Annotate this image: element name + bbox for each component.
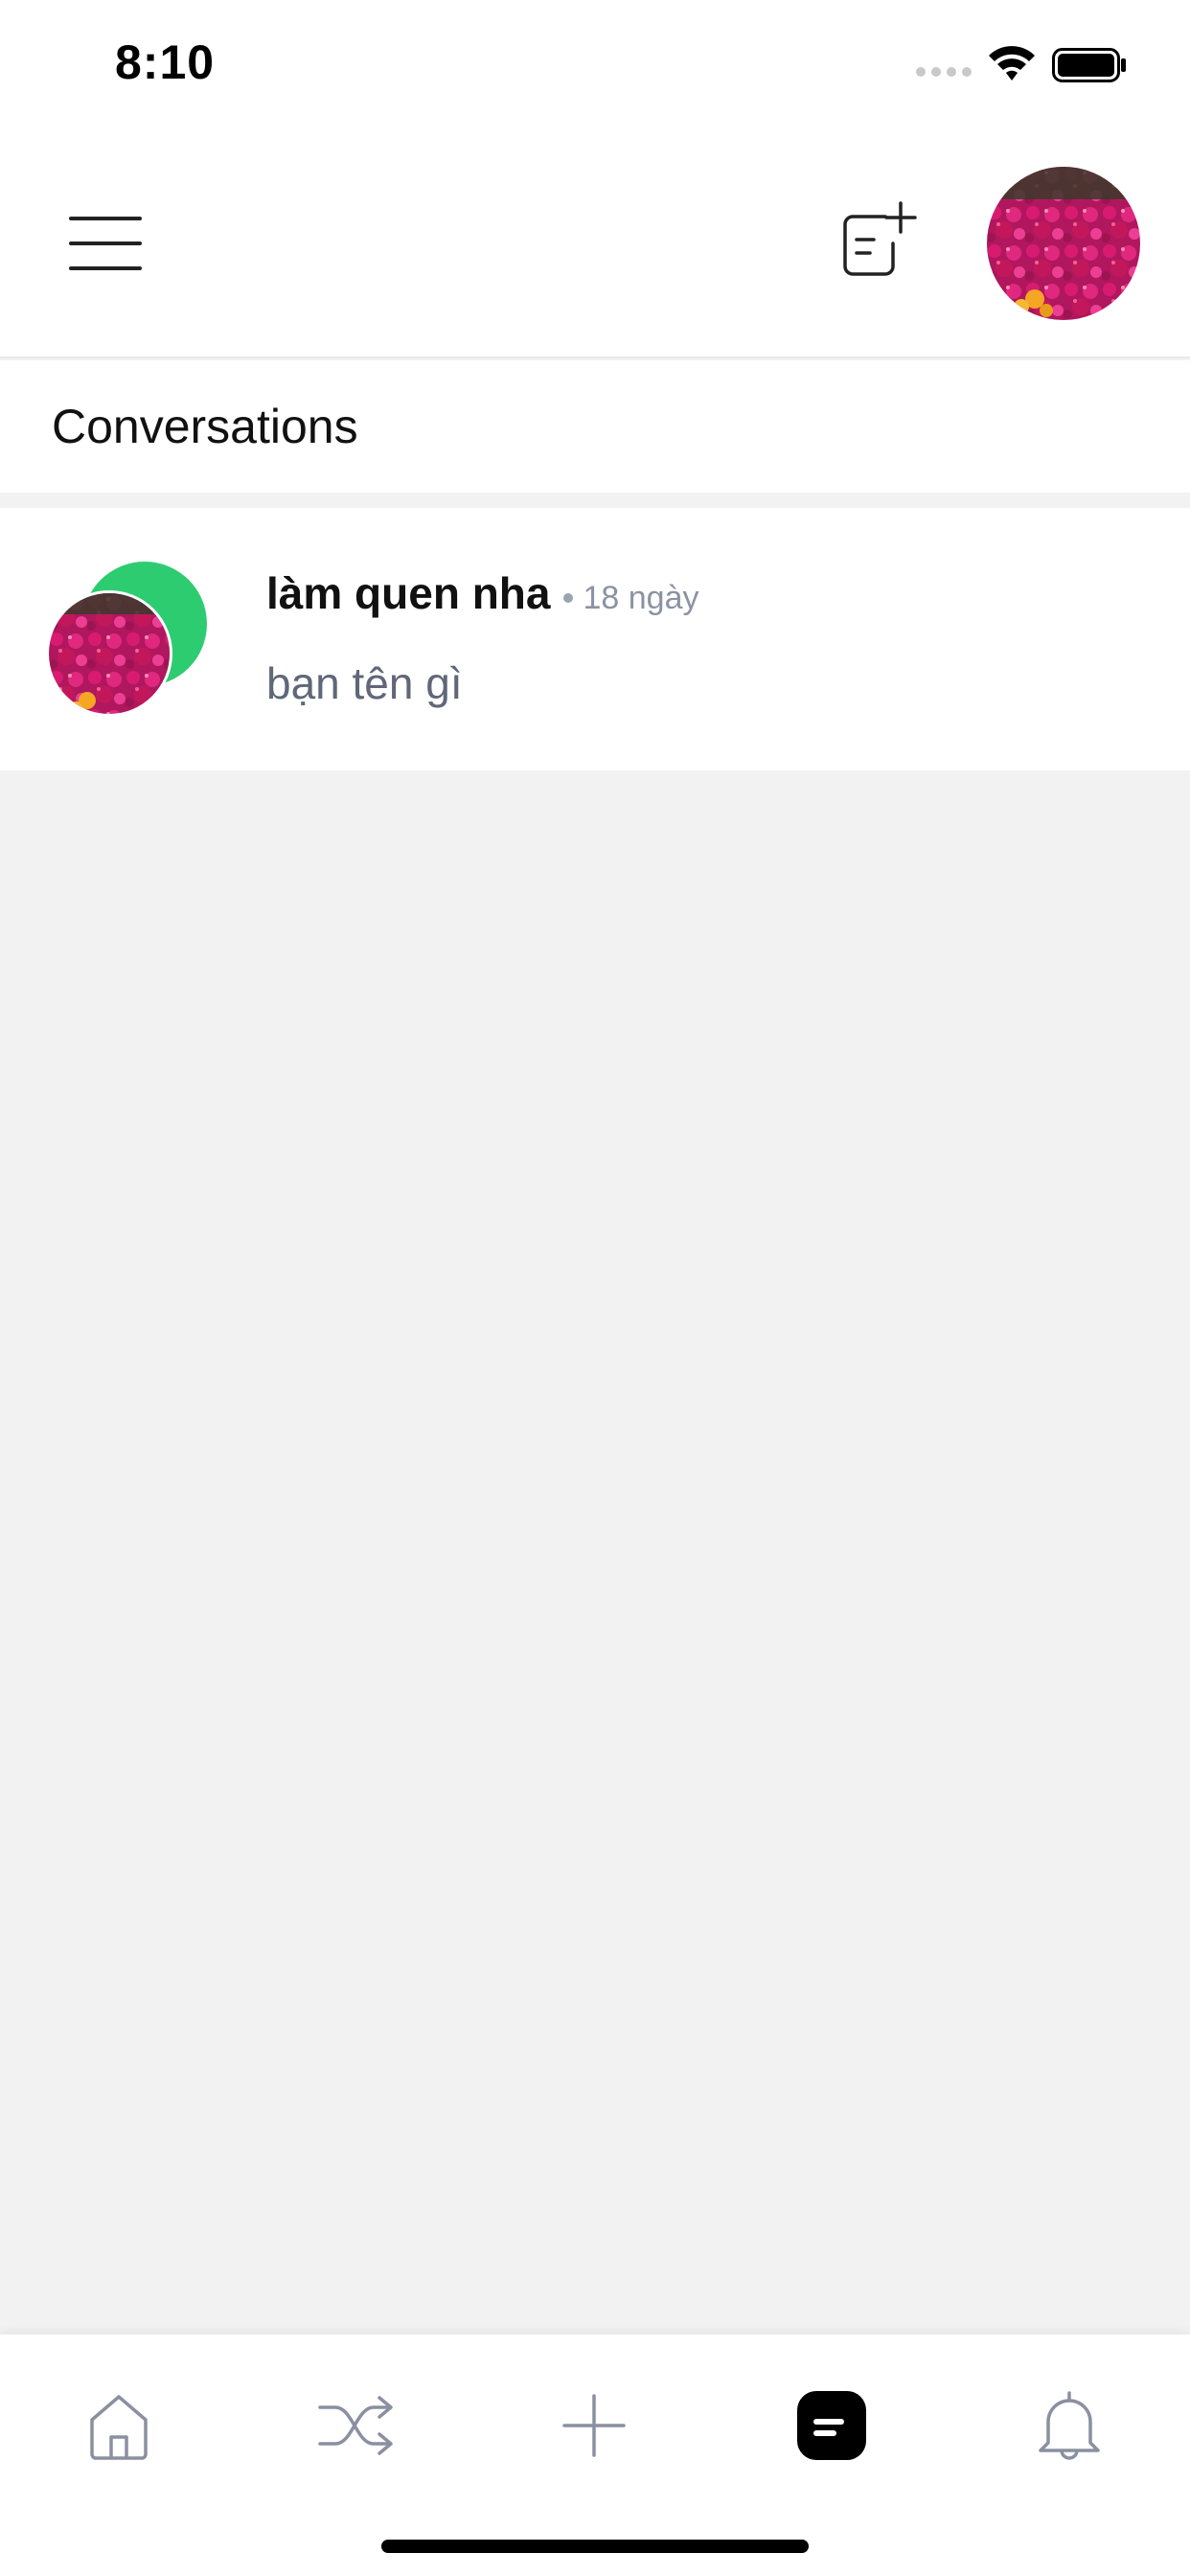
battery-icon: [1052, 48, 1126, 82]
tab-home[interactable]: [0, 2334, 238, 2517]
conversation-header: làm quen nha 18 ngày: [266, 567, 698, 619]
section-header: Conversations: [0, 360, 1190, 493]
tab-shuffle[interactable]: [238, 2334, 475, 2517]
status-time: 8:10: [115, 35, 216, 89]
hamburger-menu-icon[interactable]: [69, 215, 142, 272]
home-indicator: [381, 2540, 809, 2553]
conversation-preview: bạn tên gì: [266, 658, 463, 708]
chat-icon: [797, 2391, 866, 2460]
tab-conversations[interactable]: [713, 2334, 950, 2517]
app-header: [0, 134, 1190, 358]
page-title: Conversations: [52, 400, 358, 453]
conversation-list-item[interactable]: làm quen nha 18 ngày bạn tên gì: [0, 508, 1190, 770]
home-icon: [90, 2395, 148, 2460]
conversation-title: làm quen nha: [266, 568, 551, 618]
group-avatar: [46, 562, 209, 724]
member-avatar: [46, 590, 172, 717]
profile-avatar[interactable]: [987, 167, 1140, 320]
tab-bar: [0, 2334, 1190, 2576]
shuffle-icon: [318, 2396, 393, 2455]
flower-avatar-image: [987, 167, 1140, 320]
signal-dots-icon: [916, 67, 972, 77]
status-bar: 8:10: [0, 0, 1190, 134]
tab-create[interactable]: [475, 2334, 713, 2517]
plus-icon: [562, 2394, 626, 2457]
flower-avatar-image: [49, 593, 170, 714]
tab-notifications[interactable]: [950, 2334, 1188, 2517]
bell-icon: [1039, 2391, 1100, 2460]
conversation-time: 18 ngày: [583, 580, 699, 616]
wifi-icon: [989, 46, 1035, 80]
separator-dot: [563, 593, 574, 603]
new-conversation-icon[interactable]: [832, 194, 924, 286]
